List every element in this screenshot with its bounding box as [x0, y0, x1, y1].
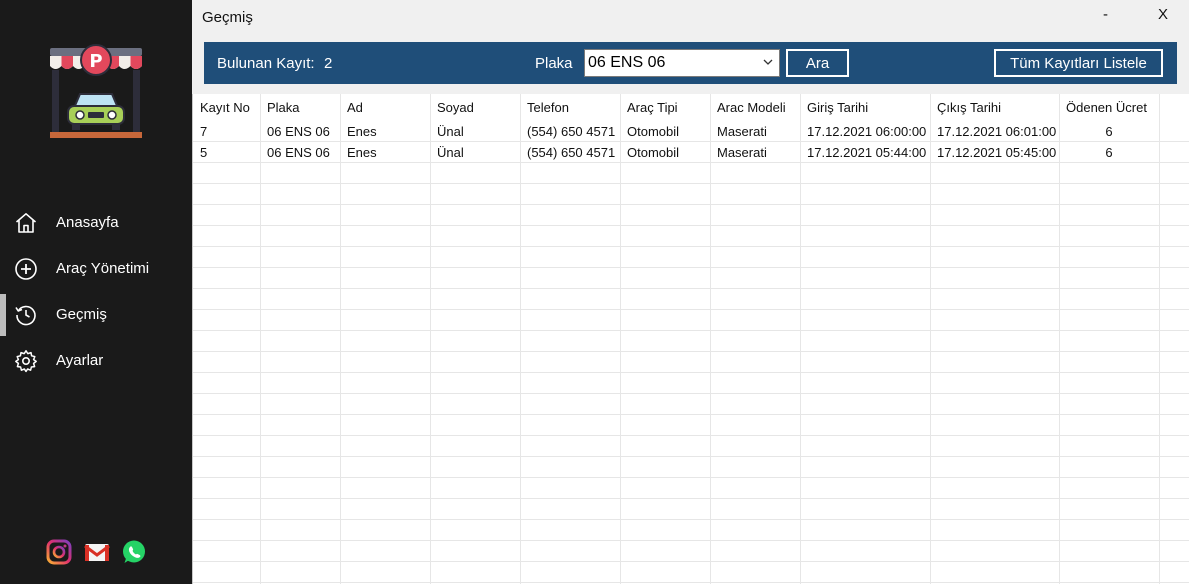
sidebar-item-arac-yonetimi[interactable]: Araç Yönetimi [0, 248, 192, 290]
column-header[interactable]: Ödenen Ücret [1059, 94, 1159, 121]
column-header[interactable]: Çıkış Tarihi [930, 94, 1059, 121]
found-records-label: Bulunan Kayıt: [217, 55, 315, 72]
column-divider [520, 94, 521, 584]
row-divider [193, 582, 1189, 583]
row-divider [193, 309, 1189, 310]
column-header[interactable]: Plaka [260, 94, 340, 121]
table-cell[interactable]: 06 ENS 06 [260, 121, 340, 142]
column-header[interactable]: Telefon [520, 94, 620, 121]
gmail-icon[interactable] [84, 539, 110, 565]
column-divider [260, 94, 261, 584]
row-divider [193, 477, 1189, 478]
row-divider [193, 519, 1189, 520]
history-icon [15, 305, 36, 326]
table-cell[interactable]: 17.12.2021 05:45:00 [930, 142, 1059, 163]
row-divider [193, 288, 1189, 289]
table-cell[interactable]: 6 [1059, 121, 1159, 142]
table-cell[interactable]: (554) 650 4571 [520, 121, 620, 142]
column-divider [620, 94, 621, 584]
found-records-count: 2 [324, 55, 333, 72]
window-title: Geçmiş [202, 9, 253, 26]
row-divider [193, 414, 1189, 415]
row-divider [193, 183, 1189, 184]
column-header[interactable]: Araç Tipi [620, 94, 710, 121]
search-bar: Bulunan Kayıt: 2 Plaka 06 ENS 06 Ara Tüm… [204, 42, 1177, 84]
column-divider [1059, 94, 1060, 584]
plus-circle-icon [15, 258, 37, 280]
instagram-icon[interactable] [46, 539, 72, 565]
search-button[interactable]: Ara [786, 49, 849, 77]
plate-label: Plaka [535, 55, 573, 72]
row-divider [193, 393, 1189, 394]
close-button[interactable]: X [1158, 6, 1168, 23]
title-bar: Geçmiş - X [192, 0, 1189, 36]
table-cell[interactable]: (554) 650 4571 [520, 142, 620, 163]
svg-text:P: P [89, 51, 102, 72]
row-divider [193, 456, 1189, 457]
row-divider [193, 225, 1189, 226]
minimize-button[interactable]: - [1103, 6, 1108, 23]
table-cell[interactable]: 17.12.2021 06:00:00 [800, 121, 930, 142]
sidebar-item-label: Geçmiş [56, 306, 107, 323]
sidebar-item-label: Ayarlar [56, 352, 104, 369]
home-icon [15, 213, 37, 233]
row-divider [193, 561, 1189, 562]
table-cell[interactable]: Maserati [710, 121, 800, 142]
column-header[interactable]: Kayıt No [193, 94, 260, 121]
gear-icon [15, 350, 37, 373]
table-cell[interactable]: Enes [340, 121, 430, 142]
table-cell[interactable]: 7 [193, 121, 260, 142]
sidebar-item-gecmis[interactable]: Geçmiş [0, 294, 192, 336]
table-cell[interactable]: Enes [340, 142, 430, 163]
table-cell[interactable]: Otomobil [620, 142, 710, 163]
column-divider [430, 94, 431, 584]
row-divider [193, 372, 1189, 373]
column-header[interactable]: Soyad [430, 94, 520, 121]
column-divider [800, 94, 801, 584]
row-divider [193, 351, 1189, 352]
row-divider [193, 498, 1189, 499]
records-table[interactable]: Kayıt No Plaka Ad Soyad Telefon Araç Tipi Arac… [192, 94, 1189, 584]
column-divider [340, 94, 341, 584]
table-cell[interactable]: 6 [1059, 142, 1159, 163]
sidebar-item-anasayfa[interactable]: Anasayfa [0, 202, 192, 244]
table-cell[interactable]: Ünal [430, 121, 520, 142]
row-divider [193, 204, 1189, 205]
column-divider [710, 94, 711, 584]
column-header[interactable]: Arac Modeli [710, 94, 800, 121]
column-divider [1159, 94, 1160, 584]
table-cell[interactable]: 17.12.2021 05:44:00 [800, 142, 930, 163]
sidebar-item-label: Araç Yönetimi [56, 260, 150, 277]
table-cell[interactable]: Otomobil [620, 121, 710, 142]
column-header[interactable]: Ad [340, 94, 430, 121]
row-divider [193, 435, 1189, 436]
whatsapp-icon[interactable] [121, 539, 147, 565]
table-cell[interactable]: Maserati [710, 142, 800, 163]
sidebar-item-label: Anasayfa [56, 214, 119, 231]
sidebar: P Anasayfa Araç Yönetimi Geçmiş Ayarlar [0, 0, 192, 584]
row-divider [193, 330, 1189, 331]
row-divider [193, 246, 1189, 247]
column-divider [930, 94, 931, 584]
row-divider [193, 540, 1189, 541]
row-divider [193, 267, 1189, 268]
list-all-records-button[interactable]: Tüm Kayıtları Listele [994, 49, 1163, 77]
plate-combobox[interactable]: 06 ENS 06 [584, 49, 780, 77]
table-cell[interactable]: 17.12.2021 06:01:00 [930, 121, 1059, 142]
table-cell[interactable]: 06 ENS 06 [260, 142, 340, 163]
sidebar-item-ayarlar[interactable]: Ayarlar [0, 340, 192, 382]
column-header[interactable]: Giriş Tarihi [800, 94, 930, 121]
chevron-down-icon [763, 59, 773, 65]
table-cell[interactable]: 5 [193, 142, 260, 163]
active-indicator [0, 294, 6, 336]
parking-logo-icon: P [50, 44, 142, 138]
plate-combobox-value: 06 ENS 06 [588, 54, 666, 71]
table-cell[interactable]: Ünal [430, 142, 520, 163]
